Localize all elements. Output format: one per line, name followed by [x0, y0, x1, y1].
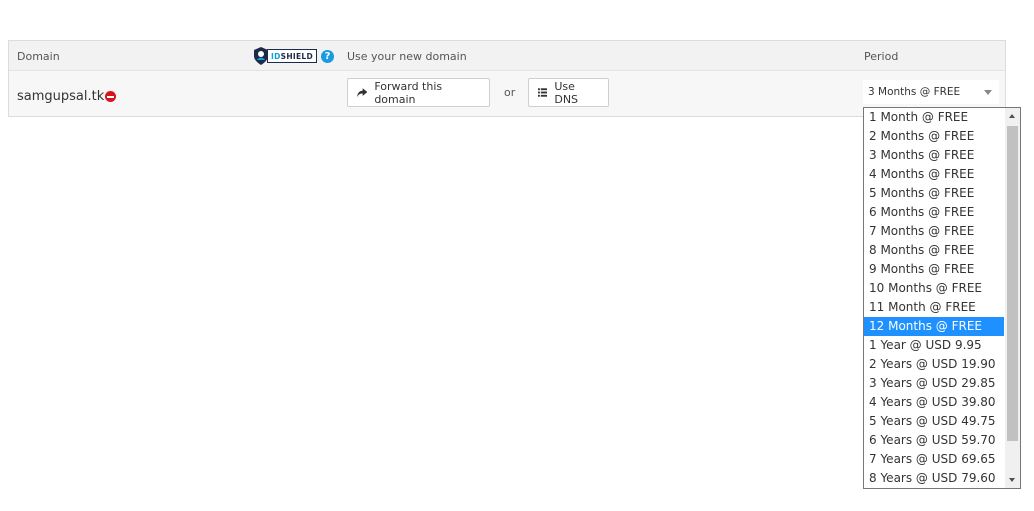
period-option[interactable]: 1 Month @ FREE	[864, 108, 1004, 127]
shield-icon	[254, 47, 268, 65]
period-option[interactable]: 3 Months @ FREE	[864, 146, 1004, 165]
forward-domain-button[interactable]: Forward this domain	[347, 78, 490, 107]
domain-name: samgupsal.tk	[17, 89, 105, 104]
header-use-new-domain: Use your new domain	[347, 50, 467, 63]
minus-circle-icon[interactable]	[105, 91, 116, 102]
scroll-up-icon[interactable]	[1009, 114, 1015, 118]
idshield-part-a: ID	[271, 51, 281, 61]
period-option[interactable]: 2 Years @ USD 19.90	[864, 355, 1004, 374]
period-option[interactable]: 11 Month @ FREE	[864, 298, 1004, 317]
or-separator: or	[504, 86, 516, 99]
period-option[interactable]: 12 Months @ FREE	[864, 317, 1004, 336]
period-option[interactable]: 10 Months @ FREE	[864, 279, 1004, 298]
use-dns-button[interactable]: Use DNS	[528, 78, 609, 107]
period-option[interactable]: 4 Years @ USD 39.80	[864, 393, 1004, 412]
header-period: Period	[864, 50, 899, 63]
idshield-part-b: SHIELD	[280, 51, 314, 61]
period-option[interactable]: 3 Years @ USD 29.85	[864, 374, 1004, 393]
list-icon	[538, 88, 548, 97]
period-option[interactable]: 6 Years @ USD 59.70	[864, 431, 1004, 450]
header-domain: Domain	[17, 50, 60, 63]
idshield-wordmark: ID SHIELD	[267, 49, 318, 63]
period-option[interactable]: 5 Years @ USD 49.75	[864, 412, 1004, 431]
period-select[interactable]: 3 Months @ FREE	[863, 80, 999, 104]
period-option[interactable]: 8 Months @ FREE	[864, 241, 1004, 260]
idshield-logo: ID SHIELD	[254, 47, 318, 65]
period-dropdown-list[interactable]: 1 Month @ FREE 2 Months @ FREE 3 Months @ …	[863, 107, 1021, 489]
forward-domain-label: Forward this domain	[374, 79, 443, 106]
period-option[interactable]: 8 Years @ USD 79.60	[864, 469, 1004, 488]
period-option[interactable]: 7 Months @ FREE	[864, 222, 1004, 241]
dropdown-scrollbar[interactable]	[1005, 108, 1020, 488]
period-option[interactable]: 6 Months @ FREE	[864, 203, 1004, 222]
share-forward-icon	[357, 87, 368, 97]
period-select-value: 3 Months @ FREE	[868, 86, 961, 98]
scroll-thumb[interactable]	[1007, 126, 1018, 441]
table-header: Domain ID SHIELD ? Use your new domain Pe…	[9, 41, 1005, 71]
chevron-down-icon	[984, 90, 992, 95]
domain-table: Domain ID SHIELD ? Use your new domain Pe…	[8, 40, 1006, 117]
use-dns-label: Use DNS	[554, 79, 579, 106]
period-option[interactable]: 9 Months @ FREE	[864, 260, 1004, 279]
scroll-down-icon[interactable]	[1009, 478, 1015, 482]
period-option[interactable]: 1 Year @ USD 9.95	[864, 336, 1004, 355]
question-circle-icon[interactable]: ?	[321, 50, 334, 63]
period-option[interactable]: 7 Years @ USD 69.65	[864, 450, 1004, 469]
period-option[interactable]: 4 Months @ FREE	[864, 165, 1004, 184]
period-option[interactable]: 2 Months @ FREE	[864, 127, 1004, 146]
period-option[interactable]: 5 Months @ FREE	[864, 184, 1004, 203]
